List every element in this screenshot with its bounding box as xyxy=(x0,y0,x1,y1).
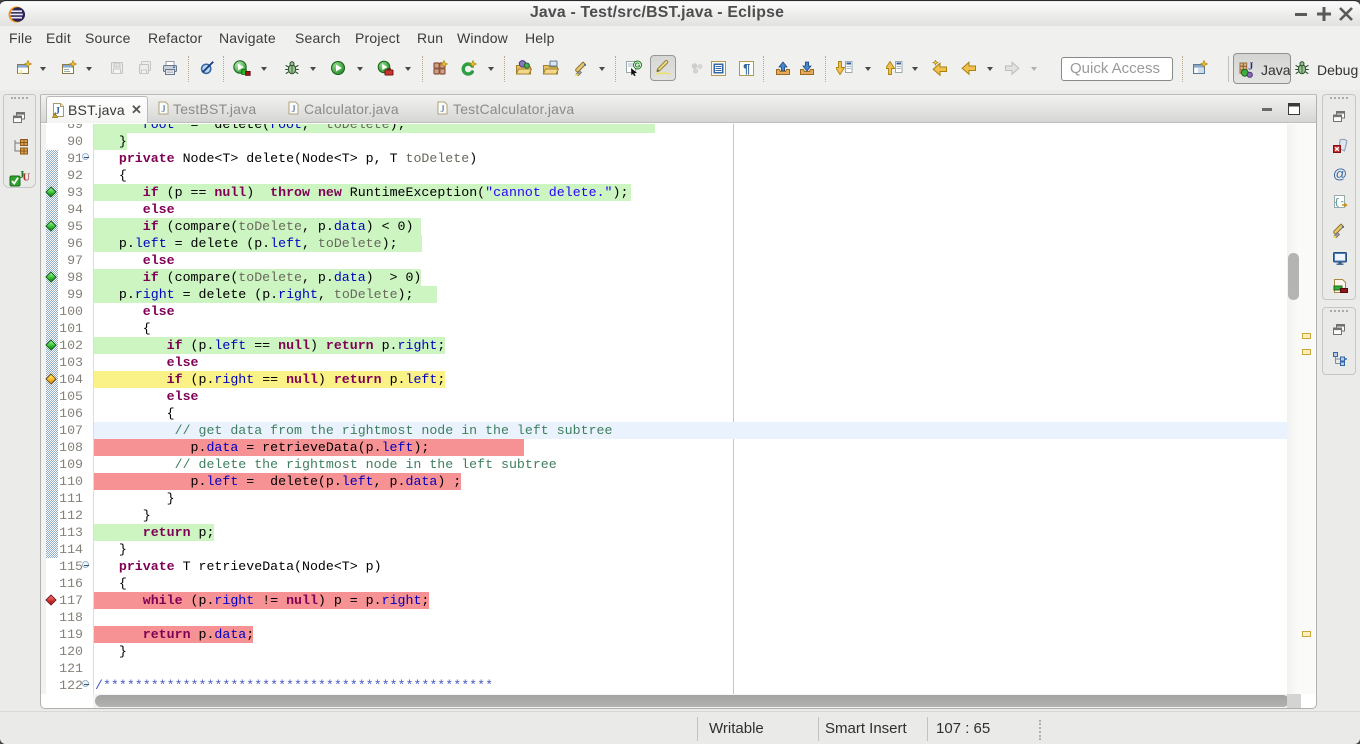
svg-text:¶: ¶ xyxy=(743,61,750,76)
svg-text:@: @ xyxy=(1333,166,1347,182)
svg-text:{-: {- xyxy=(1334,198,1345,208)
svg-text:!: ! xyxy=(54,113,55,118)
svg-text:U: U xyxy=(23,173,31,184)
svg-text:G: G xyxy=(635,63,641,70)
svg-text:J: J xyxy=(291,104,296,114)
svg-text:J: J xyxy=(440,104,445,114)
svg-text:J: J xyxy=(161,104,166,114)
svg-text:J: J xyxy=(1248,61,1253,72)
